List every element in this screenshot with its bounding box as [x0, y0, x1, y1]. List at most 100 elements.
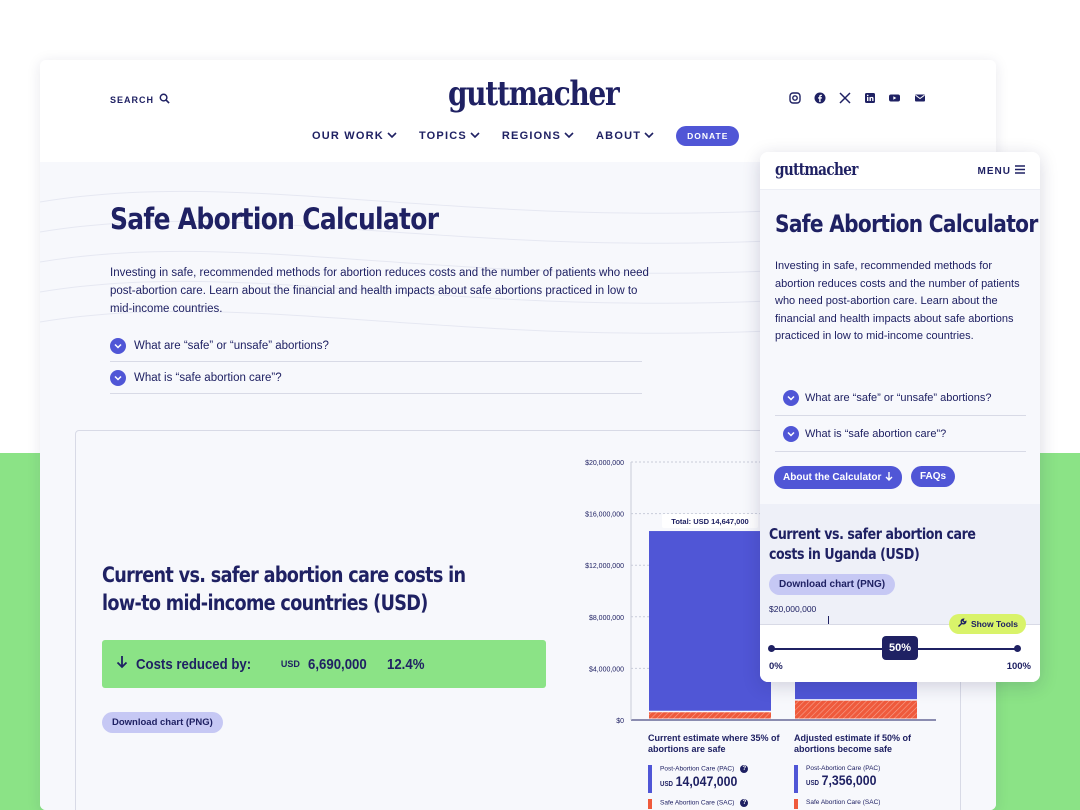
legend-name: Safe Abortion Care (SAC)	[660, 799, 735, 807]
legend-entry-sac: Safe Abortion Care (SAC)?	[648, 799, 788, 809]
legend-value: 7,356,000	[821, 772, 877, 788]
chevron-down-icon	[783, 425, 799, 442]
donate-button[interactable]: DONATE	[676, 126, 740, 146]
chevron-down-icon	[110, 337, 126, 354]
page-title: Safe Abortion Calculator	[110, 202, 439, 236]
legend-caption: Current estimate where 35% of abortions …	[648, 733, 780, 754]
y-tick-label: $0	[616, 718, 624, 725]
search-button[interactable]: SEARCH	[110, 93, 170, 106]
search-label: SEARCH	[110, 94, 155, 105]
legend-name: Safe Abortion Care (SAC)	[806, 799, 881, 806]
chevron-down-icon	[470, 130, 480, 142]
about-label: About the Calculator	[783, 472, 882, 483]
slider-handle[interactable]: 50%	[882, 636, 918, 660]
mobile-download-chart-button[interactable]: Download chart (PNG)	[769, 574, 896, 595]
search-icon	[159, 93, 170, 106]
chevron-down-icon	[387, 130, 397, 142]
legend-currency: USD	[806, 780, 820, 787]
nav-label: TOPICS	[418, 130, 467, 142]
legend-caption: Adjusted estimate if 50% of abortions be…	[794, 733, 912, 754]
y-tick-label: $20,000,000	[585, 460, 624, 467]
faq-item-safe-unsafe[interactable]: What are “safe” or “unsafe” abortions?	[110, 330, 642, 362]
legend-swatch-sac	[794, 799, 798, 809]
mobile-chart-section: Current vs. safer abortion care costs in…	[760, 504, 1040, 624]
menu-label: MENU	[977, 165, 1011, 177]
legend-column-current: Current estimate where 35% of abortions …	[648, 733, 788, 809]
slider-max-dot	[1014, 645, 1021, 652]
bar-pac	[649, 531, 771, 711]
nav-about[interactable]: ABOUT	[596, 130, 654, 142]
faq-item-safe-care[interactable]: What is “safe abortion care”?	[110, 362, 642, 394]
slider-min-label: 0%	[769, 661, 783, 672]
chevron-down-icon	[644, 130, 654, 142]
mobile-logo[interactable]: guttmacher	[775, 160, 858, 180]
mobile-page-title: Safe Abortion Calculator	[775, 210, 1038, 238]
nav-label: OUR WORK	[312, 130, 384, 142]
legend-name: Post-Abortion Care (PAC)	[806, 765, 881, 772]
nav-our-work[interactable]: OUR WORK	[312, 130, 397, 142]
menu-button[interactable]: MENU	[978, 165, 1025, 177]
chevron-down-icon	[783, 389, 799, 406]
mobile-axis-top-label: $20,000,000	[769, 604, 817, 614]
email-icon[interactable]	[913, 91, 926, 104]
y-tick-label: $12,000,000	[585, 563, 624, 570]
youtube-icon[interactable]	[888, 91, 901, 104]
calculator-title: Current vs. safer abortion care costs in…	[102, 563, 466, 615]
mobile-intro-text: Investing in safe, recommended methods f…	[775, 260, 1020, 342]
help-icon[interactable]: ?	[740, 765, 749, 773]
cost-reduction-banner: Costs reduced by: USD 6,690,000 12.4%	[102, 640, 546, 688]
nav-label: REGIONS	[501, 130, 562, 142]
nav-label: ABOUT	[596, 130, 642, 142]
legend-swatch-sac	[648, 799, 652, 809]
nav-regions[interactable]: REGIONS	[502, 130, 574, 142]
reduction-label: Costs reduced by:	[136, 655, 252, 673]
hamburger-icon	[1015, 165, 1025, 177]
legend-currency: USD	[660, 781, 674, 788]
main-nav: OUR WORK TOPICS REGIONS ABOUT DONATE	[312, 126, 740, 146]
nav-topics[interactable]: TOPICS	[419, 130, 480, 142]
legend-value: 14,047,000	[675, 773, 738, 789]
site-logo[interactable]: guttmacher	[448, 74, 620, 114]
reduction-value: 6,690,000	[307, 655, 367, 673]
bar-sac	[795, 700, 917, 719]
instagram-icon[interactable]	[788, 91, 801, 104]
mobile-hero: Safe Abortion Calculator Investing in sa…	[760, 190, 1040, 504]
wrench-icon	[957, 618, 967, 630]
y-tick-label: $8,000,000	[589, 615, 624, 622]
faq-label: What is “safe abortion care”?	[805, 427, 947, 440]
legend-column-adjusted: Adjusted estimate if 50% of abortions be…	[794, 733, 934, 809]
show-tools-label: Show Tools	[970, 619, 1018, 629]
slider-max-label: 100%	[1006, 661, 1031, 672]
facebook-icon[interactable]	[813, 91, 826, 104]
download-chart-button[interactable]: Download chart (PNG)	[102, 712, 223, 733]
legend-swatch-pac	[648, 765, 652, 793]
legend-entry-pac: Post-Abortion Care (PAC) USD 7,356,000	[794, 765, 934, 793]
slider-min-dot	[768, 645, 775, 652]
about-calculator-button[interactable]: About the Calculator	[774, 466, 903, 489]
x-icon[interactable]	[838, 91, 851, 104]
arrow-down-icon	[885, 471, 893, 484]
mobile-faq-safe-unsafe[interactable]: What are “safe” or “unsafe” abortions?	[775, 380, 1026, 416]
bar-sac	[649, 712, 771, 719]
mobile-chart-title: Current vs. safer abortion care costs in…	[769, 525, 976, 563]
legend-swatch-pac	[794, 765, 798, 793]
show-tools-button[interactable]: Show Tools	[948, 614, 1026, 634]
site-header: SEARCH guttmacher OUR WORK TOPICS REGION…	[40, 60, 996, 162]
faq-label: What are “safe” or “unsafe” abortions?	[805, 391, 992, 404]
legend-entry-sac: Safe Abortion Care (SAC)	[794, 799, 934, 809]
reduction-percent: 12.4%	[386, 655, 425, 673]
help-icon[interactable]: ?	[740, 799, 749, 807]
y-tick-label: $4,000,000	[589, 666, 624, 673]
mobile-faq-safe-care[interactable]: What is “safe abortion care”?	[775, 416, 1026, 452]
mobile-preview: guttmacher MENU Safe Abortion Calculator…	[760, 152, 1040, 682]
chevron-down-icon	[110, 369, 126, 386]
social-links	[788, 91, 926, 104]
reduction-currency: USD	[280, 659, 300, 669]
y-tick-label: $16,000,000	[585, 512, 624, 519]
arrow-down-icon	[116, 655, 128, 674]
linkedin-icon[interactable]	[863, 91, 876, 104]
faq-label: What is “safe abortion care”?	[134, 371, 282, 384]
faqs-button[interactable]: FAQs	[911, 466, 956, 487]
intro-text: Investing in safe, recommended methods f…	[110, 267, 649, 315]
total-label: Total: USD 14,647,000	[671, 517, 748, 526]
